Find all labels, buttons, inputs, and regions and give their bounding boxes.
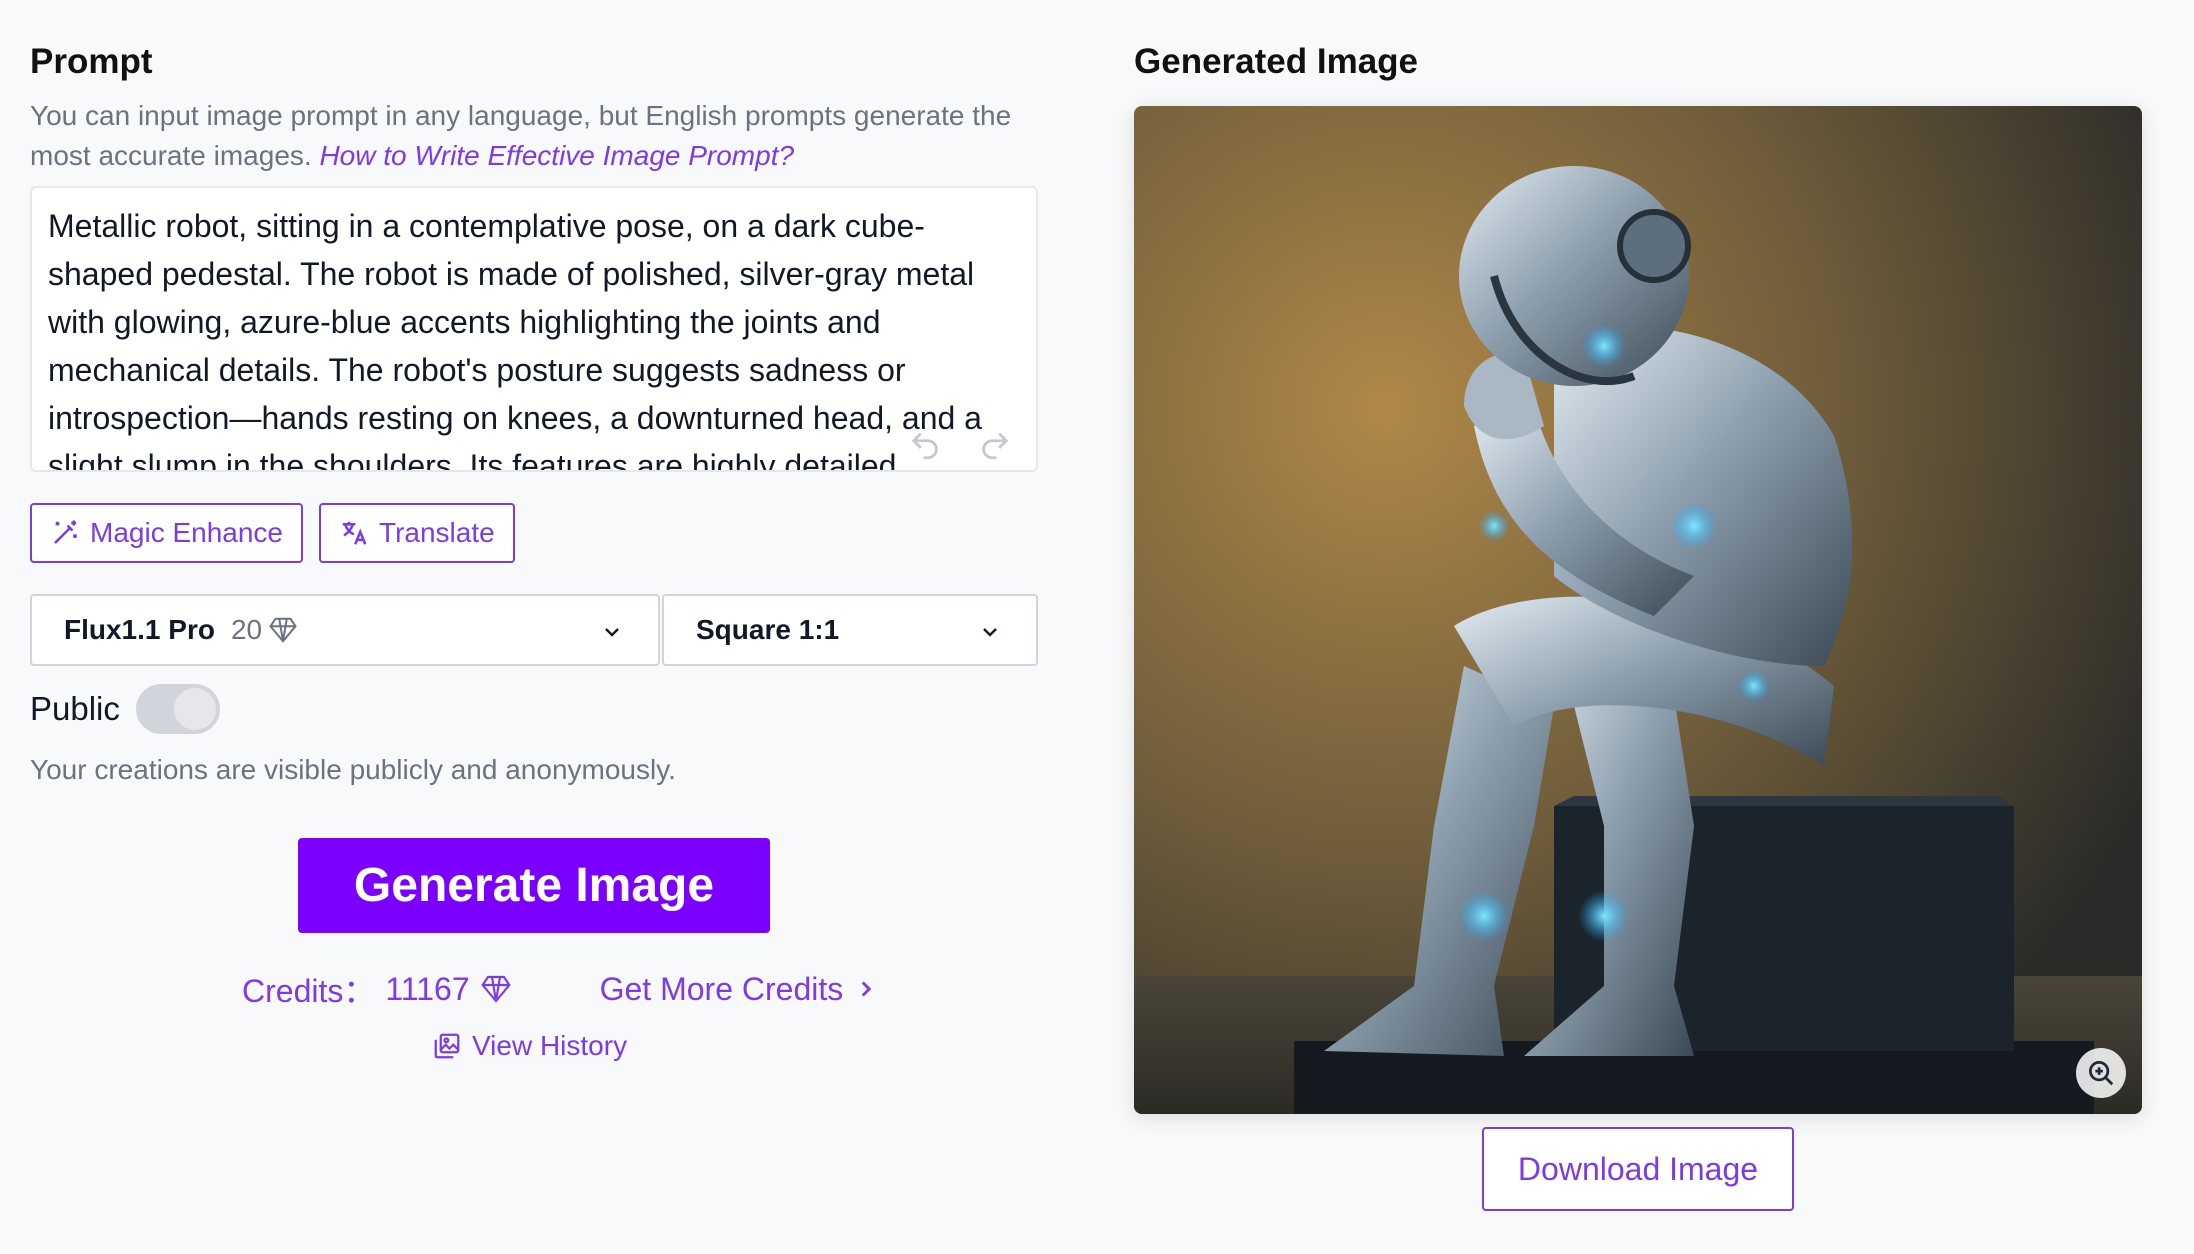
- translate-button[interactable]: Translate: [319, 503, 515, 563]
- generate-image-button[interactable]: Generate Image: [298, 838, 770, 933]
- robot-image: [1134, 106, 2142, 1114]
- diamond-icon: [269, 617, 297, 643]
- download-image-button[interactable]: Download Image: [1482, 1127, 1794, 1211]
- generated-image-heading: Generated Image: [1134, 42, 1418, 81]
- prompt-text[interactable]: Metallic robot, sitting in a contemplati…: [48, 202, 1028, 470]
- prompt-textarea[interactable]: Metallic robot, sitting in a contemplati…: [30, 186, 1038, 472]
- public-description: Your creations are visible publicly and …: [30, 754, 676, 785]
- model-select-value: Flux1.1 Pro: [64, 614, 215, 645]
- magic-enhance-label: Magic Enhance: [90, 517, 284, 548]
- model-cost-value: 20: [230, 614, 263, 645]
- ratio-select-value: Square 1:1: [696, 614, 840, 645]
- prompt-hint: You can input image prompt in any langua…: [30, 96, 1030, 176]
- prompt-guide-link[interactable]: How to Write Effective Image Prompt?: [319, 140, 794, 171]
- public-label: Public: [30, 690, 120, 727]
- magic-enhance-button[interactable]: Magic Enhance: [30, 503, 304, 563]
- view-history-label: View History: [472, 1030, 628, 1061]
- credits-label: Credits：: [242, 973, 376, 1009]
- prompt-heading: Prompt: [30, 42, 153, 81]
- diamond-icon: [480, 975, 511, 1003]
- credits-balance: Credits： 11167: [242, 966, 512, 1012]
- gallery-icon: [434, 1033, 460, 1059]
- redo-icon[interactable]: [978, 428, 1012, 462]
- generated-image[interactable]: [1134, 106, 2142, 1114]
- view-history-link[interactable]: View History: [432, 1030, 627, 1062]
- magic-wand-icon: [54, 520, 77, 544]
- credits-row: Credits： 11167 Get More Credits: [242, 966, 879, 1012]
- get-more-credits-link[interactable]: Get More Credits: [600, 971, 880, 1008]
- model-cost: 20: [231, 614, 298, 646]
- get-more-credits-label: Get More Credits: [599, 970, 844, 1007]
- public-row: Public: [30, 684, 220, 734]
- undo-icon[interactable]: [908, 428, 942, 462]
- chevron-right-icon: [861, 981, 872, 997]
- public-toggle[interactable]: [135, 684, 220, 734]
- chevron-down-icon: [605, 628, 619, 637]
- translate-icon: [342, 521, 367, 545]
- zoom-in-icon: [2089, 1061, 2114, 1086]
- credits-value: 11167: [385, 970, 470, 1007]
- translate-label: Translate: [379, 517, 495, 548]
- prompt-actions: Magic Enhance Translate: [30, 503, 515, 563]
- zoom-in-button[interactable]: [2076, 1048, 2126, 1098]
- ratio-select[interactable]: Square 1:1: [662, 594, 1038, 666]
- undo-redo-controls: [908, 428, 1012, 462]
- toggle-knob: [173, 688, 216, 730]
- model-select[interactable]: Flux1.1 Pro 20: [30, 594, 660, 666]
- prompt-panel: Prompt You can input image prompt in any…: [30, 38, 1038, 1061]
- chevron-down-icon: [983, 628, 997, 637]
